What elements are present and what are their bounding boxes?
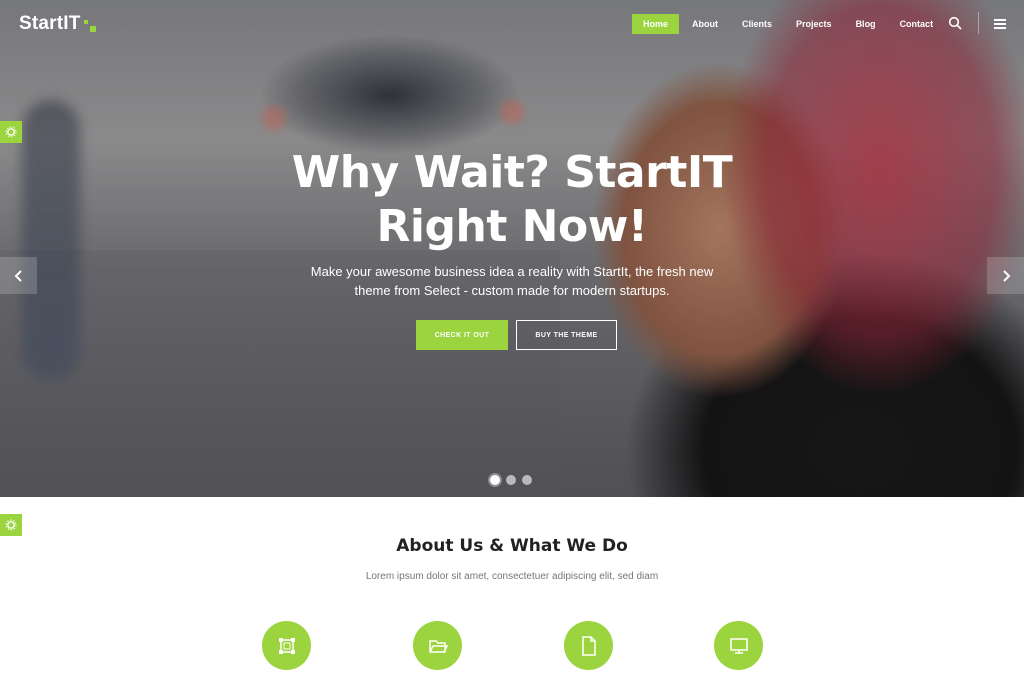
section-subtitle: Lorem ipsum dolor sit amet, consectetuer… — [365, 571, 659, 582]
slider-next-button[interactable] — [987, 257, 1024, 294]
hero-subtitle-line: theme from Select - custom made for mode… — [354, 283, 670, 298]
feature-frame-icon[interactable] — [262, 621, 311, 670]
chevron-left-icon — [14, 269, 22, 282]
slider-dot[interactable] — [506, 475, 516, 485]
site-header: StartIT Home About Clients Projects Blog… — [0, 0, 1024, 48]
hero-title-line: Why Wait? StartIT — [291, 147, 733, 198]
nav-item-projects[interactable]: Projects — [785, 14, 843, 34]
logo-text: StartIT — [19, 13, 81, 34]
search-icon[interactable] — [948, 16, 962, 30]
feature-folder-icon[interactable] — [413, 621, 462, 670]
nav-item-clients[interactable]: Clients — [731, 14, 783, 34]
settings-gear-icon[interactable] — [0, 121, 22, 143]
logo[interactable]: StartIT — [19, 13, 96, 35]
nav-item-blog[interactable]: Blog — [845, 14, 887, 34]
feature-document-icon[interactable] — [564, 621, 613, 670]
chevron-right-icon — [1002, 269, 1010, 282]
hero-title-line: Right Now! — [376, 201, 648, 252]
hero-subtitle-line: Make your awesome business idea a realit… — [310, 264, 714, 279]
settings-gear-icon[interactable] — [0, 514, 22, 536]
nav-item-about[interactable]: About — [681, 14, 729, 34]
nav-divider — [978, 12, 979, 34]
feature-monitor-icon[interactable] — [714, 621, 763, 670]
slider-pagination — [490, 475, 532, 485]
slider-dot[interactable] — [490, 475, 500, 485]
hero-title: Why Wait? StartIT Right Now! — [0, 146, 1024, 254]
section-title: About Us & What We Do — [396, 536, 628, 556]
slider-prev-button[interactable] — [0, 257, 37, 294]
nav-item-contact[interactable]: Contact — [889, 14, 945, 34]
buy-theme-button[interactable]: BUY THE THEME — [516, 320, 617, 350]
nav-item-home[interactable]: Home — [632, 14, 680, 34]
slider-dot[interactable] — [522, 475, 532, 485]
menu-icon[interactable] — [994, 19, 1006, 29]
logo-mark-icon — [83, 20, 96, 32]
check-it-out-button[interactable]: CHECK IT OUT — [416, 320, 508, 350]
hero-subtitle: Make your awesome business idea a realit… — [0, 262, 1024, 300]
main-nav: Home About Clients Projects Blog Contact — [632, 14, 946, 34]
